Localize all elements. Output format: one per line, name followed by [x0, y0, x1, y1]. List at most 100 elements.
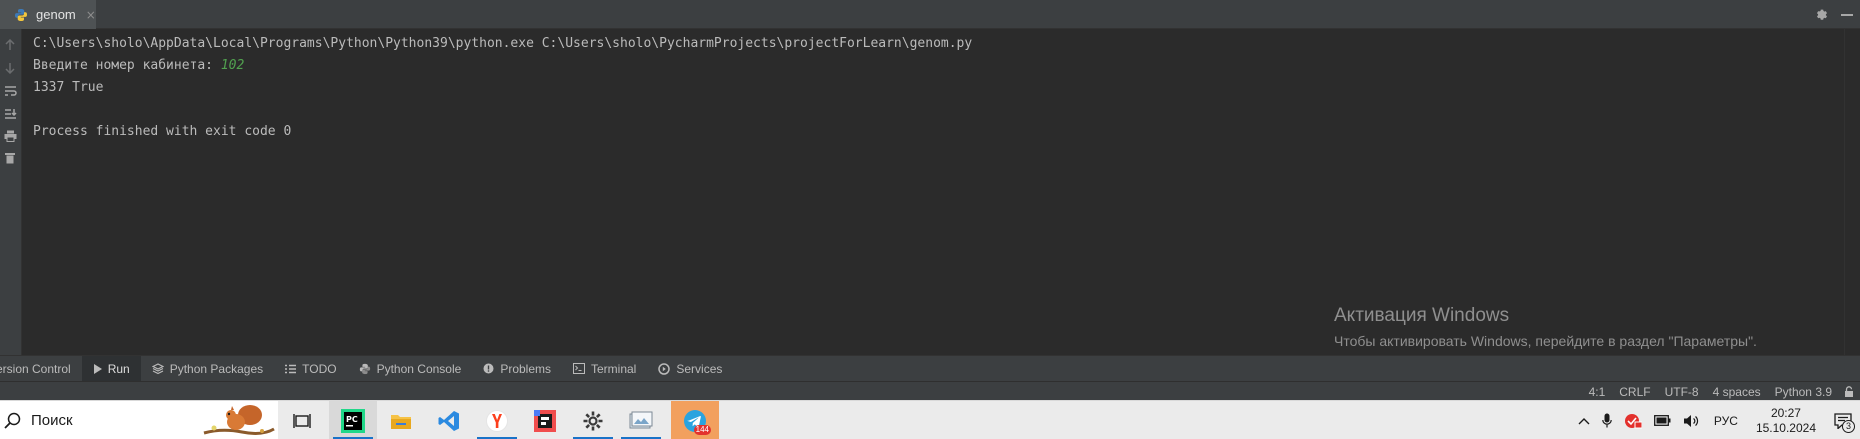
gear-icon [1816, 9, 1827, 20]
watermark-title: Активация Windows [1334, 305, 1510, 326]
taskbar-settings[interactable] [569, 401, 617, 439]
action-center-button[interactable]: 3 [1826, 401, 1860, 439]
terminal-icon [573, 363, 585, 374]
tab-problems[interactable]: Problems [472, 356, 562, 382]
prompt-text: Введите номер кабинета: [33, 58, 221, 73]
input-language[interactable]: РУС [1714, 414, 1738, 428]
taskbar-clock[interactable]: 20:27 15.10.2024 [1756, 406, 1816, 436]
jetbrains-toolbox-icon [534, 409, 556, 432]
photos-icon [629, 411, 653, 428]
tab-python-packages-label: Python Packages [169, 361, 264, 376]
minimize-icon [1841, 13, 1853, 16]
taskbar-photos[interactable] [617, 401, 665, 439]
console-line-result: 1337 True [33, 80, 104, 95]
services-icon [658, 362, 671, 375]
python-interpreter[interactable]: Python 3.9 [1775, 385, 1832, 399]
status-bar-right: 4:1 CRLF UTF-8 4 spaces Python 3.9 [1575, 382, 1860, 401]
tab-version-control[interactable]: ersion Control [0, 356, 82, 382]
file-encoding[interactable]: UTF-8 [1665, 385, 1699, 399]
folder-icon [391, 414, 411, 429]
tab-python-console[interactable]: Python Console [348, 356, 473, 382]
indent-setting[interactable]: 4 spaces [1713, 385, 1761, 399]
clear-all-button[interactable] [2, 150, 18, 166]
vscode-icon [438, 410, 459, 431]
system-tray: РУС 20:27 15.10.2024 3 [1572, 401, 1860, 439]
taskbar-search[interactable]: Поиск [0, 401, 278, 439]
tab-close-icon[interactable]: × [86, 8, 96, 22]
lock-icon[interactable] [1844, 382, 1854, 401]
trash-icon [5, 153, 15, 164]
watermark-subtitle: Чтобы активировать Windows, перейдите в … [1334, 333, 1757, 349]
scroll-to-end-icon [4, 109, 17, 119]
taskbar-yandex-browser[interactable] [473, 401, 521, 439]
soft-wrap-icon [4, 86, 17, 96]
tab-run[interactable]: Run [81, 355, 141, 382]
tab-python-console-label: Python Console [376, 361, 462, 376]
speaker-icon [1683, 414, 1698, 427]
run-tab-genom[interactable]: genom × [0, 0, 96, 29]
run-window-header: genom × [0, 0, 1860, 29]
windows-taskbar: Поиск PC 144 РУС 20:27 15.10.2024 3 [0, 400, 1860, 439]
scroll-down-button[interactable] [2, 60, 18, 76]
warning-icon [483, 363, 494, 374]
taskbar-file-explorer[interactable] [377, 401, 425, 439]
console-line-prompt: Введите номер кабинета: 102 [33, 55, 1844, 77]
alert-app-icon [1624, 413, 1642, 428]
pycharm-icon: PC [341, 408, 365, 433]
taskbar-vscode[interactable] [425, 401, 473, 439]
volume-button[interactable] [1683, 414, 1700, 428]
tab-terminal-label: Terminal [591, 361, 637, 376]
task-view-icon [293, 413, 311, 428]
battery-icon [1653, 415, 1671, 426]
show-hidden-icons-button[interactable] [1578, 417, 1590, 425]
tab-services-label: Services [676, 361, 723, 376]
scroll-to-end-button[interactable] [2, 106, 18, 122]
caret-position[interactable]: 4:1 [1589, 385, 1606, 399]
svg-text:PC: PC [346, 415, 358, 424]
settings-button[interactable] [1810, 4, 1832, 26]
printer-icon [4, 130, 16, 142]
clock-time: 20:27 [1770, 405, 1801, 420]
alert-tray-button[interactable] [1624, 413, 1642, 429]
tool-window-bar: ersion Control Run Python Packages TODO … [0, 355, 1860, 382]
tab-todo[interactable]: TODO [274, 356, 347, 382]
tab-todo-label: TODO [302, 361, 337, 376]
console-line-command: C:\Users\sholo\AppData\Local\Programs\Py… [33, 36, 973, 51]
console-line-exit: Process finished with exit code 0 [33, 124, 292, 139]
tab-problems-label: Problems [500, 361, 551, 376]
run-left-toolbar [0, 29, 22, 355]
run-header-actions [1804, 0, 1860, 29]
task-view-button[interactable] [278, 401, 326, 439]
search-icon [4, 412, 21, 429]
tab-python-packages[interactable]: Python Packages [141, 356, 274, 382]
taskbar-pycharm[interactable]: PC [329, 401, 377, 439]
console-scrollbar[interactable] [1844, 29, 1860, 355]
search-placeholder: Поиск [31, 412, 73, 429]
run-icon [93, 363, 102, 374]
taskbar-jetbrains-toolbox[interactable] [521, 401, 569, 439]
soft-wrap-button[interactable] [2, 83, 18, 99]
telegram-unread-badge: 144 [693, 425, 711, 435]
hide-button[interactable] [1838, 4, 1860, 26]
microphone-button[interactable] [1602, 413, 1612, 428]
tab-run-label: Run [107, 361, 130, 376]
arrow-up-icon [5, 39, 15, 50]
windows-activation-watermark: Активация Windows Чтобы активировать Win… [1334, 304, 1757, 352]
battery-button[interactable] [1653, 415, 1671, 426]
python-console-icon [359, 363, 371, 375]
print-button[interactable] [2, 128, 18, 144]
python-icon [15, 8, 27, 21]
line-separator[interactable]: CRLF [1619, 385, 1650, 399]
taskbar-telegram[interactable]: 144 [671, 401, 719, 439]
status-bar: 4:1 CRLF UTF-8 4 spaces Python 3.9 [0, 381, 1860, 400]
run-tab-label: genom [36, 7, 76, 22]
scroll-up-button[interactable] [2, 37, 18, 53]
tab-services[interactable]: Services [647, 356, 733, 382]
microphone-icon [1602, 413, 1612, 428]
tab-terminal[interactable]: Terminal [562, 356, 647, 382]
gear-icon [583, 411, 603, 430]
squirrel-search-highlight-icon [203, 405, 275, 435]
arrow-down-icon [5, 63, 15, 74]
tab-version-control-label: ersion Control [0, 361, 71, 376]
